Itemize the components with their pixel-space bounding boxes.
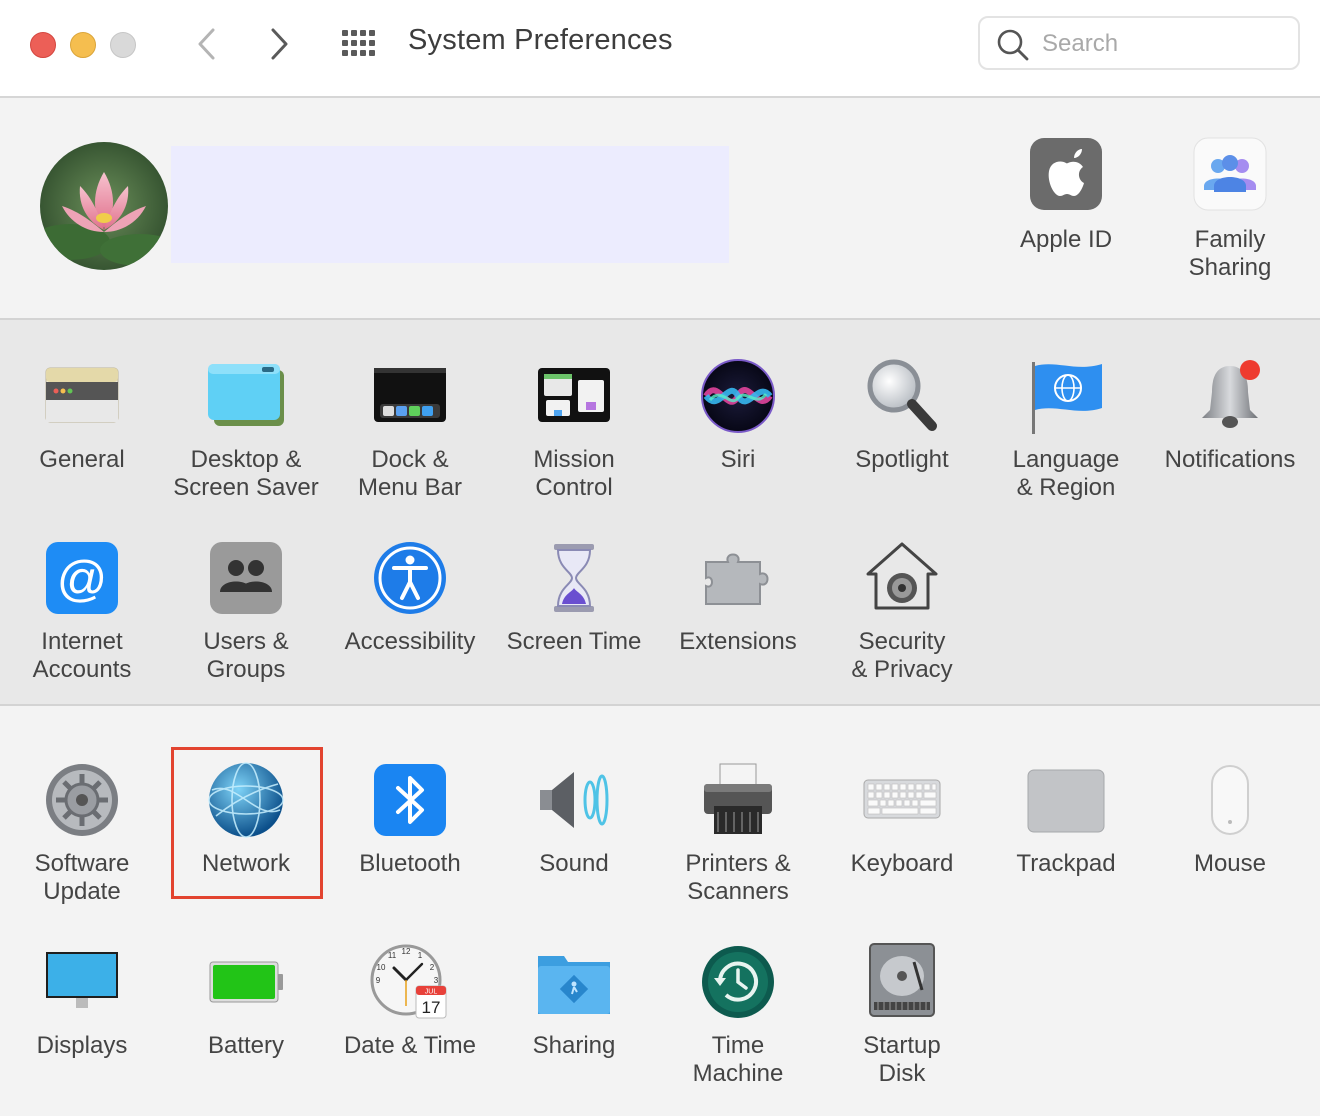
pane-label: Time Machine [692, 1032, 784, 1087]
trackpad-icon [1027, 769, 1105, 833]
window-title: System Preferences [408, 24, 673, 56]
dock-icon [374, 368, 446, 422]
pane-label: Battery [207, 1032, 285, 1059]
mission-control-icon [538, 368, 610, 422]
svg-text:11: 11 [388, 951, 397, 960]
toolbar: System Preferences [0, 0, 1320, 98]
zoom-button[interactable] [110, 32, 136, 58]
extensions-icon [705, 553, 769, 605]
search-field[interactable] [978, 16, 1300, 70]
family-sharing-icon [1193, 137, 1267, 211]
account-name-redacted [171, 146, 729, 263]
security-icon [866, 542, 938, 610]
pane-label: Siri [720, 446, 756, 473]
grid-icon [342, 30, 375, 56]
svg-text:2: 2 [430, 963, 435, 972]
pane-label: Displays [36, 1032, 128, 1059]
pane-label: Security & Privacy [851, 628, 953, 683]
software-update-icon [46, 764, 118, 836]
pane-label: Bluetooth [359, 850, 461, 877]
minimize-button[interactable] [70, 32, 96, 58]
pane-label: Accessibility [344, 628, 476, 655]
pane-label: Language & Region [1012, 446, 1120, 501]
calendar-day: 17 [422, 998, 441, 1017]
sound-icon [540, 772, 609, 828]
pane-label: Notifications [1164, 446, 1296, 473]
time-machine-icon [702, 946, 774, 1018]
bluetooth-icon [374, 764, 446, 836]
forward-button[interactable] [260, 24, 300, 64]
pane-label: Keyboard [850, 850, 954, 877]
notifications-icon [1202, 360, 1260, 428]
avatar[interactable] [40, 142, 168, 270]
siri-icon [701, 359, 775, 433]
pane-label: Dock & Menu Bar [357, 446, 463, 501]
pane-label: Screen Time [506, 628, 642, 655]
pane-label: Mouse [1193, 850, 1267, 877]
svg-text:10: 10 [377, 963, 386, 972]
pane-label: Family Sharing [1188, 226, 1272, 281]
pane-label: Internet Accounts [32, 628, 132, 683]
chevron-left-icon [198, 28, 215, 60]
pane-label: Software Update [34, 850, 130, 905]
account-area: Apple ID Family Sharing [0, 98, 1320, 320]
apple-id-icon [1030, 138, 1102, 210]
battery-icon [209, 961, 283, 1003]
pane-label: Spotlight [855, 446, 949, 473]
close-button[interactable] [30, 32, 56, 58]
screen-time-icon [554, 544, 594, 612]
pane-label: Mission Control [533, 446, 615, 501]
search-input[interactable] [1040, 26, 1284, 62]
calendar-month: JUL [425, 989, 438, 996]
date-time-icon: 12 12 3 9 1011 JUL 17 [370, 944, 447, 1019]
general-icon [45, 367, 119, 423]
printer-icon [704, 763, 772, 834]
pane-label: Sound [539, 850, 609, 877]
pane-label: Extensions [679, 628, 797, 655]
sharing-icon [538, 956, 610, 1014]
internet-accounts-icon: @ [46, 542, 118, 614]
displays-icon [46, 952, 118, 1008]
network-highlight-box [171, 747, 323, 899]
chevron-right-icon [271, 28, 288, 60]
keyboard-icon [863, 779, 941, 819]
desktop-icon [208, 364, 284, 426]
pane-label: Sharing [532, 1032, 616, 1059]
spotlight-icon [867, 359, 937, 431]
language-icon [1032, 362, 1102, 434]
search-icon [997, 29, 1029, 61]
pane-label: General [39, 446, 125, 473]
svg-text:9: 9 [376, 976, 381, 985]
pane-label: Printers & Scanners [685, 850, 791, 905]
pane-label: Apple ID [1019, 226, 1113, 253]
show-all-button[interactable] [340, 26, 380, 62]
pane-label: Users & Groups [203, 628, 289, 683]
pane-label: Startup Disk [863, 1032, 941, 1087]
svg-text:12: 12 [402, 947, 411, 956]
users-icon [210, 542, 282, 614]
pane-label: Desktop & Screen Saver [173, 446, 319, 501]
svg-text:@: @ [57, 551, 108, 607]
lotus-photo [40, 142, 168, 270]
startup-disk-icon [869, 943, 935, 1017]
pane-label: Trackpad [1016, 850, 1116, 877]
svg-text:3: 3 [434, 976, 439, 985]
mouse-icon [1211, 765, 1249, 835]
back-button[interactable] [186, 24, 226, 64]
svg-text:1: 1 [418, 951, 423, 960]
pane-label: Date & Time [343, 1032, 477, 1059]
accessibility-icon [374, 542, 446, 614]
